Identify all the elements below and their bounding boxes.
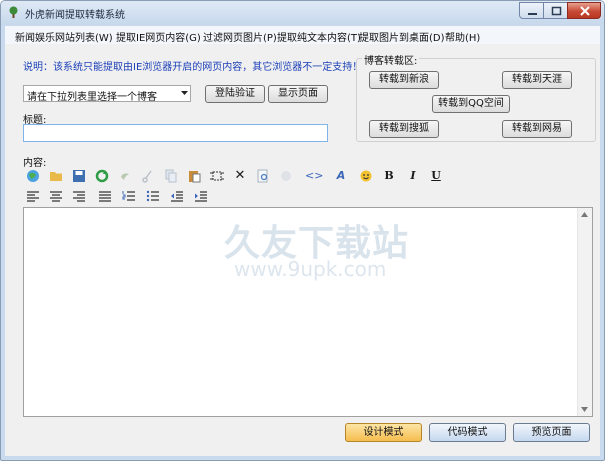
- underline-icon[interactable]: U: [428, 168, 444, 184]
- close-button[interactable]: [567, 2, 601, 19]
- minimize-icon: [528, 13, 537, 15]
- minimize-button[interactable]: [519, 2, 544, 19]
- cut-icon[interactable]: [140, 168, 156, 184]
- source-code-icon[interactable]: <>: [305, 168, 323, 184]
- menu-filter-images[interactable]: 过滤网页图片(P): [203, 29, 277, 44]
- align-center-icon[interactable]: [48, 188, 64, 204]
- blog-select-value: 请在下拉列表里选择一个博客: [27, 92, 157, 103]
- menu-extract-images[interactable]: 提取图片到桌面(D): [359, 29, 445, 44]
- paste-icon[interactable]: [186, 168, 202, 184]
- chevron-down-icon: [181, 91, 188, 95]
- numbered-list-icon[interactable]: [121, 188, 137, 204]
- login-verify-button[interactable]: 登陆验证: [205, 85, 265, 103]
- image-icon[interactable]: [278, 168, 294, 184]
- menu-help[interactable]: 帮助(H): [445, 29, 480, 44]
- globe-icon[interactable]: [25, 168, 41, 184]
- code-mode-button[interactable]: 代码模式: [429, 423, 506, 442]
- save-icon[interactable]: [71, 168, 87, 184]
- menu-extract-text[interactable]: 提取纯文本内容(T): [277, 29, 361, 44]
- justify-icon[interactable]: [97, 188, 113, 204]
- maximize-icon: [551, 6, 562, 16]
- content-editor[interactable]: 久友下载站 www.9upk.com: [23, 207, 593, 417]
- indent-icon[interactable]: [193, 188, 209, 204]
- title-bar: 外虎新闻提取转载系统: [1, 1, 604, 25]
- repost-qzone-button[interactable]: 转载到QQ空间: [432, 95, 510, 113]
- copy-icon[interactable]: [163, 168, 179, 184]
- blog-select[interactable]: 请在下拉列表里选择一个博客: [23, 85, 191, 103]
- delete-icon[interactable]: ✕: [232, 168, 248, 184]
- repost-sina-button[interactable]: 转载到新浪: [369, 71, 439, 89]
- outdent-icon[interactable]: [169, 188, 185, 204]
- align-left-icon[interactable]: [25, 188, 41, 204]
- title-input[interactable]: [23, 124, 328, 142]
- font-style-icon[interactable]: A: [333, 168, 349, 184]
- undo-icon[interactable]: [117, 168, 133, 184]
- menu-bar: 新闻娱乐网站列表(W) 提取IE网页内容(G) 过滤网页图片(P) 提取纯文本内…: [5, 26, 600, 45]
- scroll-up-icon[interactable]: [581, 212, 588, 217]
- open-folder-icon[interactable]: [48, 168, 64, 184]
- app-icon: [9, 6, 18, 18]
- select-all-icon[interactable]: [209, 168, 225, 184]
- client-area: 说明：该系统只能提取由IE浏览器开启的网页内容，其它浏览器不一定支持！ 请在下拉…: [5, 44, 600, 456]
- find-icon[interactable]: [255, 168, 271, 184]
- design-mode-button[interactable]: 设计模式: [345, 423, 422, 442]
- repost-sohu-button[interactable]: 转载到搜狐: [369, 120, 439, 138]
- close-icon: [580, 6, 590, 16]
- refresh-icon[interactable]: [94, 168, 110, 184]
- show-page-button[interactable]: 显示页面: [268, 85, 328, 103]
- repost-netease-button[interactable]: 转载到网易: [502, 120, 572, 138]
- maximize-button[interactable]: [543, 2, 568, 19]
- bold-icon[interactable]: B: [381, 168, 397, 184]
- menu-news-sites[interactable]: 新闻娱乐网站列表(W): [15, 29, 113, 44]
- repost-tianya-button[interactable]: 转载到天涯: [502, 71, 572, 89]
- emoticon-icon[interactable]: [358, 168, 374, 184]
- watermark-url: www.9upk.com: [234, 257, 387, 281]
- main-window: 外虎新闻提取转载系统 新闻娱乐网站列表(W) 提取IE网页内容(G) 过滤网页图…: [0, 0, 605, 461]
- align-right-icon[interactable]: [71, 188, 87, 204]
- italic-icon[interactable]: I: [405, 168, 421, 184]
- editor-scrollbar[interactable]: [577, 208, 592, 416]
- notice-text: 说明：该系统只能提取由IE浏览器开启的网页内容，其它浏览器不一定支持！: [23, 62, 363, 73]
- content-label: 内容:: [23, 158, 47, 169]
- repost-group-title: 博客转载区:: [362, 52, 420, 67]
- preview-page-button[interactable]: 预览页面: [513, 423, 590, 442]
- window-title: 外虎新闻提取转载系统: [25, 10, 125, 21]
- bulleted-list-icon[interactable]: [145, 188, 161, 204]
- menu-extract-ie[interactable]: 提取IE网页内容(G): [116, 29, 201, 44]
- scroll-down-icon[interactable]: [581, 407, 588, 412]
